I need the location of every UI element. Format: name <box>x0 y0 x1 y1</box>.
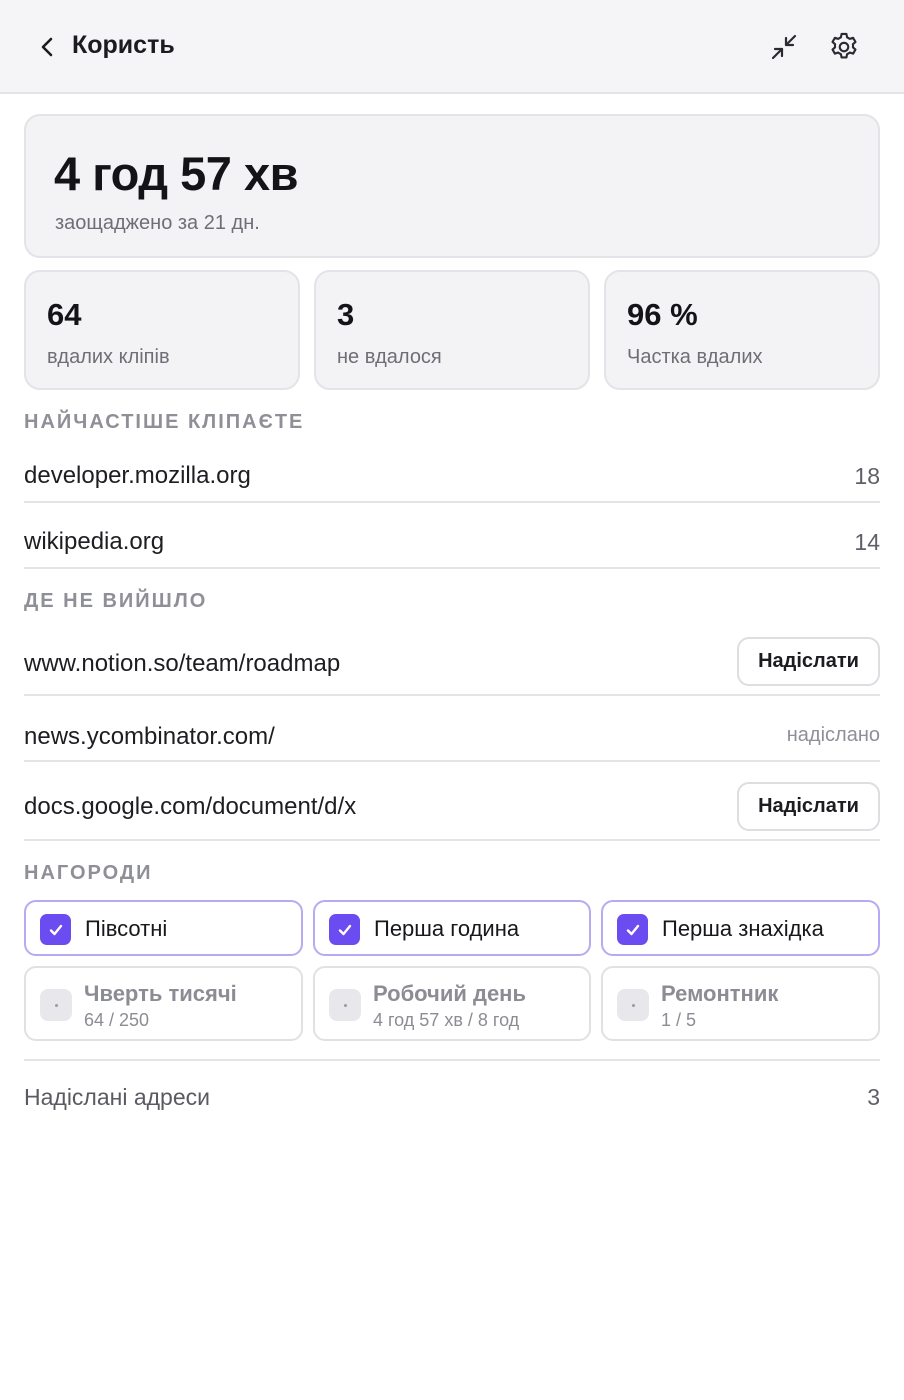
locked-placeholder-icon <box>617 989 649 1021</box>
award-locked: Робочий день 4 год 57 хв / 8 год <box>313 966 591 1041</box>
checkmark-icon <box>617 914 648 945</box>
site-name: wikipedia.org <box>24 528 165 555</box>
top-bar: Користь <box>0 0 904 94</box>
sent-addresses-row[interactable]: Надіслані адреси 3 <box>24 1059 880 1119</box>
site-count: 14 <box>854 529 880 555</box>
time-saved-value: 4 год 57 хв <box>54 147 299 200</box>
stat-value: 96 % <box>627 297 698 332</box>
awards-heading: НАГОРОДИ <box>24 862 153 884</box>
locked-placeholder-icon <box>40 989 72 1021</box>
stat-value: 3 <box>337 297 355 332</box>
award-label: Робочий день <box>373 981 526 1006</box>
collapse-arrows-icon <box>771 34 797 60</box>
award-locked: Ремонтник 1 / 5 <box>601 966 880 1041</box>
top-sites-heading: НАЙЧАСТІШЕ КЛІПАЄТЕ <box>24 411 305 433</box>
stat-label: Частка вдалих <box>627 346 763 368</box>
award-label: Перша знахідка <box>662 916 824 941</box>
back-button[interactable] <box>30 30 64 64</box>
award-locked: Чверть тисячі 64 / 250 <box>24 966 303 1041</box>
failure-url: www.notion.so/team/roadmap <box>24 650 341 677</box>
send-button[interactable]: Надіслати <box>737 782 880 831</box>
failure-url: docs.google.com/document/d/x <box>24 793 357 820</box>
award-progress: 64 / 250 <box>84 1010 150 1030</box>
award-label: Чверть тисячі <box>84 981 237 1006</box>
failure-url: news.ycombinator.com/ <box>24 723 275 750</box>
collapse-button[interactable] <box>761 24 807 70</box>
settings-button[interactable] <box>821 24 867 70</box>
checkmark-icon <box>40 914 71 945</box>
stat-card-success: 64 вдалих кліпів <box>24 270 300 390</box>
stat-label: не вдалося <box>337 346 442 368</box>
award-label: Перша година <box>374 916 520 941</box>
sent-addresses-label: Надіслані адреси <box>24 1084 210 1110</box>
failure-row: www.notion.so/team/roadmap Надіслати <box>24 625 880 696</box>
stat-card-failed: 3 не вдалося <box>314 270 590 390</box>
sent-addresses-count: 3 <box>867 1084 880 1110</box>
stat-value: 64 <box>47 297 82 332</box>
list-item[interactable]: wikipedia.org 14 <box>24 503 880 569</box>
gear-icon <box>831 32 857 59</box>
award-earned: Перша знахідка <box>601 900 880 956</box>
stat-label: вдалих кліпів <box>47 346 170 368</box>
page-title: Користь <box>72 31 175 59</box>
award-earned: Півсотні <box>24 900 303 956</box>
checkmark-icon <box>329 914 360 945</box>
sent-status: надіслано <box>786 724 880 746</box>
award-label: Ремонтник <box>661 981 779 1006</box>
award-progress: 4 год 57 хв / 8 год <box>373 1010 520 1030</box>
list-item[interactable]: developer.mozilla.org 18 <box>24 442 880 503</box>
site-count: 18 <box>854 463 880 489</box>
failure-row: docs.google.com/document/d/x Надіслати <box>24 762 880 841</box>
time-saved-card: 4 год 57 хв заощаджено за 21 дн. <box>24 114 880 258</box>
time-saved-subtitle: заощаджено за 21 дн. <box>55 212 260 234</box>
site-name: developer.mozilla.org <box>24 462 251 489</box>
award-progress: 1 / 5 <box>661 1010 697 1030</box>
failure-row: news.ycombinator.com/ надіслано <box>24 696 880 762</box>
chevron-left-icon <box>41 37 53 57</box>
send-button[interactable]: Надіслати <box>737 637 880 686</box>
failures-heading: ДЕ НЕ ВИЙШЛО <box>24 590 208 612</box>
award-earned: Перша година <box>313 900 591 956</box>
stat-card-rate: 96 % Частка вдалих <box>604 270 880 390</box>
award-label: Півсотні <box>85 916 168 941</box>
locked-placeholder-icon <box>329 989 361 1021</box>
